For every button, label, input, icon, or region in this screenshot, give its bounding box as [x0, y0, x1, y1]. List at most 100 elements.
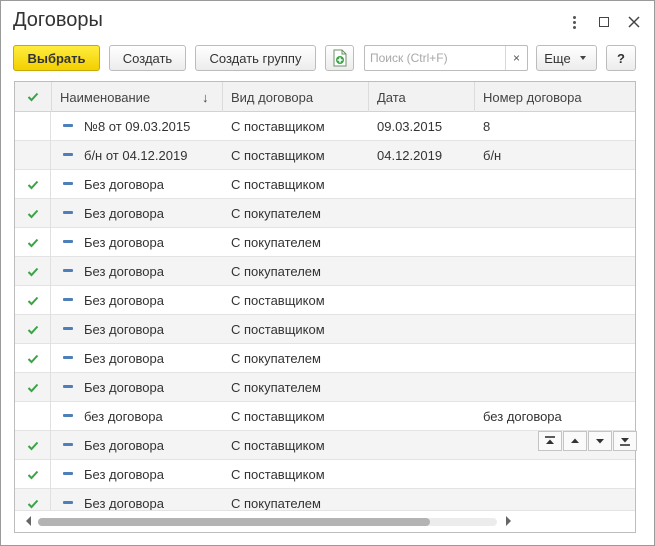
header-name-label: Наименование [60, 89, 151, 105]
search-box: × [364, 45, 528, 71]
sort-down-icon: ↓ [202, 89, 209, 105]
table-row[interactable]: Без договора С поставщиком [15, 286, 635, 315]
table-row[interactable]: Без договора С покупателем [15, 344, 635, 373]
scroll-left-icon[interactable] [26, 516, 31, 526]
checkmark-icon [27, 180, 38, 189]
more-button-label: Еще [544, 50, 571, 66]
table-row[interactable]: №8 от 09.03.2015 С поставщиком 09.03.2015 8 [15, 112, 635, 141]
row-check-cell[interactable] [15, 431, 51, 460]
chevron-down-icon [579, 56, 586, 60]
row-check-cell[interactable] [15, 112, 51, 141]
contracts-table: Наименование ↓ Вид договора Дата Номер д… [14, 81, 636, 533]
header-contract-number[interactable]: Номер договора [475, 82, 635, 112]
scroll-down-button[interactable] [588, 431, 612, 451]
maximize-icon[interactable] [595, 13, 613, 31]
checkmark-icon [27, 383, 38, 392]
scroll-to-last-button[interactable] [613, 431, 637, 451]
item-icon [63, 298, 73, 301]
item-icon [63, 327, 73, 330]
row-check-cell[interactable] [15, 228, 51, 257]
excel-export-button[interactable] [325, 45, 354, 71]
row-check-cell[interactable] [15, 170, 51, 199]
cell-contract-number: б/н [483, 148, 502, 163]
table-header: Наименование ↓ Вид договора Дата Номер д… [15, 82, 635, 112]
item-icon [63, 385, 73, 388]
table-row[interactable]: Без договора С поставщиком [15, 315, 635, 344]
row-check-cell[interactable] [15, 286, 51, 315]
create-button[interactable]: Создать [109, 45, 186, 71]
search-input[interactable] [365, 46, 505, 70]
table-row[interactable]: Без договора С поставщиком [15, 460, 635, 489]
cell-contract-type: С поставщиком [231, 177, 325, 192]
window-title: Договоры [13, 9, 103, 31]
table-row[interactable]: Без договора С поставщиком [15, 170, 635, 199]
item-icon [63, 443, 73, 446]
cell-contract-number: без договора [483, 409, 562, 424]
checkmark-icon [27, 209, 38, 218]
cell-name: Без договора [84, 351, 164, 366]
row-check-cell[interactable] [15, 344, 51, 373]
search-clear-icon[interactable]: × [505, 46, 527, 70]
cell-name: Без договора [84, 322, 164, 337]
checkmark-icon [27, 92, 39, 102]
scroll-right-icon[interactable] [506, 516, 511, 526]
toolbar: Выбрать Создать Создать группу × Еще ? [1, 45, 654, 71]
scroll-up-button[interactable] [563, 431, 587, 451]
cell-contract-type: С поставщиком [231, 293, 325, 308]
more-actions-icon[interactable] [565, 13, 583, 31]
header-contract-type[interactable]: Вид договора [223, 82, 369, 112]
cell-contract-type: С покупателем [231, 264, 321, 279]
more-button[interactable]: Еще [536, 45, 597, 71]
table-row[interactable]: Без договора С покупателем [15, 257, 635, 286]
select-button[interactable]: Выбрать [13, 45, 100, 71]
cell-date: 04.12.2019 [377, 148, 443, 163]
header-name[interactable]: Наименование ↓ [52, 82, 223, 112]
item-icon [63, 356, 73, 359]
row-check-cell[interactable] [15, 373, 51, 402]
scroll-to-first-button[interactable] [538, 431, 562, 451]
table-row[interactable]: без договора С поставщиком без договора [15, 402, 635, 431]
row-check-cell[interactable] [15, 315, 51, 344]
cell-contract-type: С поставщиком [231, 322, 325, 337]
cell-contract-type: С поставщиком [231, 148, 325, 163]
row-check-cell[interactable] [15, 460, 51, 489]
checkmark-icon [27, 238, 38, 247]
row-check-cell[interactable] [15, 141, 51, 170]
cell-name: Без договора [84, 206, 164, 221]
first-page-icon [545, 436, 555, 444]
item-icon [63, 153, 73, 156]
table-row[interactable]: Без договора С покупателем [15, 373, 635, 402]
cell-contract-type: С поставщиком [231, 409, 325, 424]
cell-name: Без договора [84, 467, 164, 482]
cell-contract-type: С покупателем [231, 351, 321, 366]
item-icon [63, 414, 73, 417]
cell-name: Без договора [84, 293, 164, 308]
arrow-down-icon [596, 439, 604, 444]
cell-contract-type: С покупателем [231, 235, 321, 250]
checkmark-icon [27, 296, 38, 305]
document-plus-icon [333, 49, 346, 67]
row-check-cell[interactable] [15, 257, 51, 286]
row-check-cell[interactable] [15, 402, 51, 431]
horizontal-scrollbar[interactable] [15, 510, 635, 532]
row-check-cell[interactable] [15, 199, 51, 228]
table-row[interactable]: б/н от 04.12.2019 С поставщиком 04.12.2019… [15, 141, 635, 170]
checkmark-icon [27, 354, 38, 363]
cell-contract-type: С покупателем [231, 206, 321, 221]
close-icon[interactable] [625, 13, 643, 31]
item-icon [63, 240, 73, 243]
scroll-thumb[interactable] [38, 518, 430, 526]
header-check-column[interactable] [15, 82, 52, 112]
header-date[interactable]: Дата [369, 82, 475, 112]
help-button[interactable]: ? [606, 45, 636, 71]
last-page-icon [620, 438, 630, 446]
item-icon [63, 269, 73, 272]
table-row[interactable]: Без договора С покупателем [15, 199, 635, 228]
cell-contract-type: С поставщиком [231, 467, 325, 482]
cell-name: №8 от 09.03.2015 [84, 119, 191, 134]
cell-name: Без договора [84, 235, 164, 250]
scroll-track[interactable] [38, 518, 497, 526]
create-group-button[interactable]: Создать группу [195, 45, 316, 71]
item-icon [63, 124, 73, 127]
table-row[interactable]: Без договора С покупателем [15, 228, 635, 257]
